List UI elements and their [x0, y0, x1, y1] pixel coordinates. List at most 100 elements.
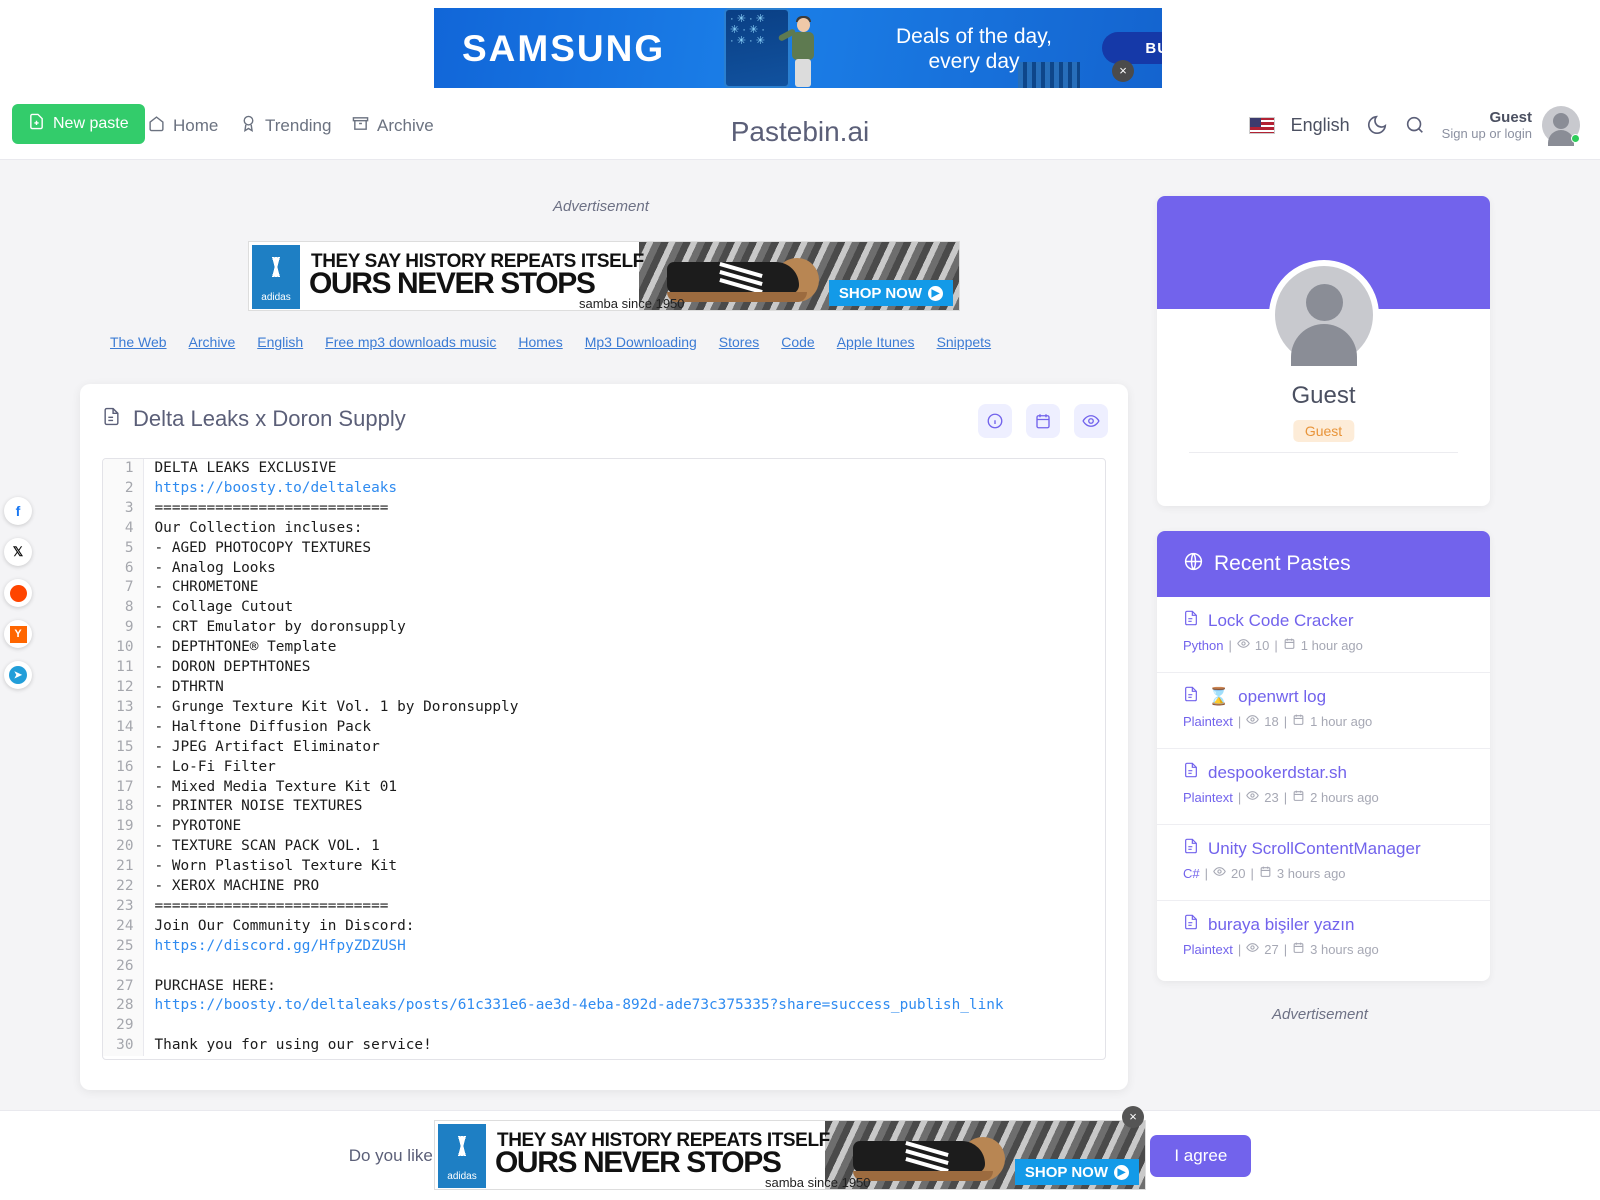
line-number: 25	[103, 936, 144, 957]
code-line-content: DELTA LEAKS EXCLUSIVE	[154, 460, 337, 476]
list-item[interactable]: ⌛ openwrt log Plaintext | 18 | 1 hour ago	[1157, 673, 1490, 749]
fireworks-icon: · ✳ · ✳ ✳ · ✳ · · ✳ · ✳	[730, 14, 765, 47]
code-line: 20 - TEXTURE SCAN PACK VOL. 1	[103, 837, 1105, 858]
calendar-icon[interactable]	[1026, 404, 1060, 438]
code-line: 8 - Collage Cutout	[103, 598, 1105, 619]
calendar-icon	[1292, 713, 1305, 729]
recent-paste-link[interactable]: buraya bişiler yazın	[1183, 914, 1490, 935]
line-number: 19	[103, 817, 144, 838]
recent-paste-title: Lock Code Cracker	[1208, 610, 1354, 630]
code-line-content: Our Collection incluses:	[154, 519, 363, 536]
list-item[interactable]: despookerdstar.sh Plaintext | 23 | 2 hours ag…	[1157, 749, 1490, 825]
hourglass-icon: ⌛	[1208, 686, 1230, 706]
document-icon	[1183, 610, 1199, 631]
code-table: 1 DELTA LEAKS EXCLUSIVE 2 https://boosty.to…	[103, 459, 1105, 1057]
link-the-web[interactable]: The Web	[110, 334, 167, 350]
list-item[interactable]: Unity ScrollContentManager C# | 20 | 3 hours …	[1157, 825, 1490, 901]
code-link[interactable]: https://boosty.to/deltaleaks	[155, 480, 398, 496]
language-selector[interactable]: English	[1291, 115, 1350, 136]
code-line: 16 - Lo-Fi Filter	[103, 757, 1105, 778]
link-english[interactable]: English	[257, 334, 303, 350]
x-share-button[interactable]: 𝕏	[4, 538, 32, 566]
i-agree-button[interactable]: I agree	[1150, 1134, 1252, 1177]
link-apple-itunes[interactable]: Apple Itunes	[837, 334, 915, 350]
eye-icon[interactable]	[1074, 404, 1108, 438]
status-badge	[1571, 134, 1580, 143]
list-item[interactable]: buraya bişiler yazın Plaintext | 27 | 3 hours…	[1157, 901, 1490, 977]
link-free-mp3-downloads-music[interactable]: Free mp3 downloads music	[325, 334, 496, 350]
document-icon	[1183, 686, 1199, 707]
code-line: 13 - Grunge Texture Kit Vol. 1 by Doronsu…	[103, 697, 1105, 718]
shop-now-label: SHOP NOW	[838, 284, 922, 302]
samsung-banner-ad[interactable]: SAMSUNG · ✳ · ✳ ✳ · ✳ · · ✳ · ✳ Deals of t…	[434, 8, 1162, 88]
close-icon[interactable]: ×	[1112, 60, 1134, 82]
code-link[interactable]: https://boosty.to/deltaleaks/posts/61c33…	[155, 997, 1004, 1013]
eye-icon	[1246, 941, 1260, 957]
avatar[interactable]	[1542, 106, 1580, 146]
code-line-content: https://boosty.to/deltaleaks/posts/61c33…	[143, 996, 1105, 1016]
signup-login-link[interactable]: Sign up or login	[1442, 126, 1532, 141]
recent-paste-link[interactable]: ⌛ openwrt log	[1183, 686, 1490, 707]
bottom-adidas-banner-ad[interactable]: adidas THEY SAY HISTORY REPEATS ITSELF O…	[434, 1120, 1146, 1190]
reddit-share-button[interactable]	[4, 579, 32, 607]
line-number: 7	[103, 578, 144, 599]
document-icon	[1183, 838, 1199, 859]
line-number: 20	[103, 837, 144, 858]
code-line: 26	[103, 956, 1105, 977]
search-icon[interactable]	[1404, 114, 1426, 136]
code-line-content: - Grunge Texture Kit Vol. 1 by Doronsupp…	[154, 698, 519, 715]
list-item[interactable]: Lock Code Cracker Python | 10 | 1 hour ago	[1157, 597, 1490, 673]
divider	[1189, 452, 1458, 453]
code-line-content: - DEPTHTONE® Template	[154, 639, 337, 656]
line-number: 28	[103, 996, 144, 1017]
line-number: 11	[103, 658, 144, 678]
hackernews-share-button[interactable]: Y	[4, 620, 32, 648]
link-code[interactable]: Code	[781, 334, 814, 350]
recent-paste-link[interactable]: Lock Code Cracker	[1183, 610, 1490, 631]
link-stores[interactable]: Stores	[719, 334, 759, 350]
code-line-content: https://boosty.to/deltaleaks	[143, 479, 1105, 499]
moon-icon[interactable]	[1366, 114, 1388, 136]
timestamp: 1 hour ago	[1310, 713, 1373, 729]
line-number: 30	[103, 1036, 144, 1057]
link-archive[interactable]: Archive	[189, 334, 236, 350]
recent-paste-link[interactable]: Unity ScrollContentManager	[1183, 838, 1490, 859]
paste-title-text: Delta Leaks x Doron Supply	[133, 406, 406, 431]
user-menu[interactable]: Guest Sign up or login	[1442, 106, 1580, 146]
adidas-headline-2: OURS NEVER STOPS	[495, 1146, 782, 1179]
line-number: 24	[103, 916, 144, 937]
line-number: 22	[103, 877, 144, 897]
code-line: 7 - CHROMETONE	[103, 578, 1105, 599]
sponsored-link-row: The Web Archive English Free mp3 downloa…	[110, 334, 1060, 350]
line-number: 26	[103, 956, 144, 977]
close-icon[interactable]: ×	[1122, 1106, 1144, 1128]
link-mp3-downloading[interactable]: Mp3 Downloading	[585, 334, 697, 350]
recent-pastes-title: Recent Pastes	[1214, 552, 1351, 575]
recent-paste-link[interactable]: despookerdstar.sh	[1183, 762, 1490, 783]
recent-pastes-header: Recent Pastes	[1157, 531, 1490, 597]
timestamp: 3 hours ago	[1276, 865, 1346, 881]
recent-paste-meta: Plaintext | 23 | 2 hours ago	[1183, 789, 1379, 805]
profile-name: Guest	[1291, 382, 1356, 409]
shop-now-button[interactable]: SHOP NOW ▶	[828, 280, 953, 306]
buy-now-button[interactable]: BUY NOW	[1102, 32, 1162, 64]
telegram-share-button[interactable]: ➤	[4, 661, 32, 689]
code-line-content: - Halftone Diffusion Pack	[154, 718, 372, 735]
adidas-banner-ad[interactable]: adidas THEY SAY HISTORY REPEATS ITSELF O…	[248, 241, 960, 311]
line-number: 8	[103, 598, 144, 619]
link-homes[interactable]: Homes	[518, 334, 562, 350]
link-snippets[interactable]: Snippets	[937, 334, 991, 350]
info-icon[interactable]	[978, 404, 1012, 438]
shop-now-button[interactable]: SHOP NOW ▶	[1014, 1159, 1139, 1185]
code-link[interactable]: https://discord.gg/HfpyZDZUSH	[155, 938, 406, 954]
facebook-share-button[interactable]: f	[4, 497, 32, 525]
adidas-tagline: samba since 1950	[579, 296, 685, 311]
shop-now-label: SHOP NOW	[1024, 1163, 1108, 1181]
adidas-logo-text: adidas	[447, 1171, 477, 1182]
user-name: Guest	[1489, 109, 1532, 126]
line-number: 5	[103, 538, 144, 559]
paste-code-viewer[interactable]: 1 DELTA LEAKS EXCLUSIVE 2 https://boosty.to…	[102, 458, 1106, 1060]
app-root: SAMSUNG · ✳ · ✳ ✳ · ✳ · · ✳ · ✳ Deals of t…	[0, 0, 1600, 1200]
samsung-headline: Deals of the day, every day	[864, 24, 1084, 74]
view-count: 10	[1254, 637, 1270, 653]
